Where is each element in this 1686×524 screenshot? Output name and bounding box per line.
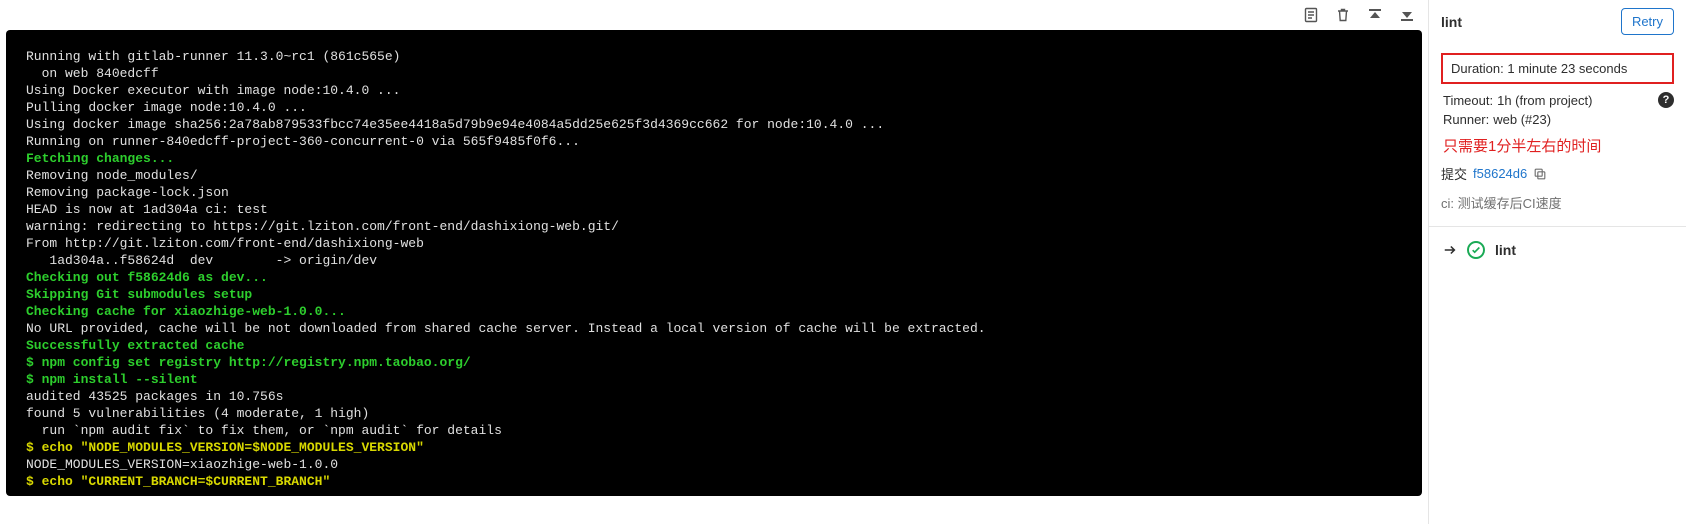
log-line: Fetching changes... — [26, 150, 1402, 167]
runner-label: Runner: — [1443, 112, 1489, 127]
commit-message: ci: 测试缓存后CI速度 — [1441, 189, 1674, 226]
runner-value: web (#23) — [1493, 112, 1551, 127]
stage-name: lint — [1495, 242, 1516, 258]
copy-sha-icon[interactable] — [1533, 167, 1547, 181]
job-log: Running with gitlab-runner 11.3.0~rc1 (8… — [6, 30, 1422, 496]
scroll-bottom-icon[interactable] — [1398, 6, 1416, 24]
timeout-help-icon[interactable]: ? — [1658, 92, 1674, 108]
arrow-right-icon — [1443, 243, 1457, 257]
log-line: Skipping Git submodules setup — [26, 286, 1402, 303]
log-line: Using docker image sha256:2a78ab879533fb… — [26, 116, 1402, 133]
log-line: on web 840edcff — [26, 65, 1402, 82]
pipeline-stage-row[interactable]: lint — [1441, 227, 1674, 273]
log-line: Using Docker executor with image node:10… — [26, 82, 1402, 99]
timeout-label: Timeout: — [1443, 93, 1493, 108]
log-line: $ echo "NODE_MODULES_VERSION=$NODE_MODUL… — [26, 439, 1402, 456]
log-line: Successfully extracted cache — [26, 337, 1402, 354]
log-line: Checking out f58624d6 as dev... — [26, 269, 1402, 286]
scroll-top-icon[interactable] — [1366, 6, 1384, 24]
timeout-value: 1h (from project) — [1497, 93, 1592, 108]
log-line: run `npm audit fix` to fix them, or `npm… — [26, 422, 1402, 439]
duration-value: 1 minute 23 seconds — [1507, 61, 1627, 76]
job-name-title: lint — [1441, 14, 1462, 30]
log-line: Running on runner-840edcff-project-360-c… — [26, 133, 1402, 150]
commit-label: 提交 — [1441, 164, 1467, 183]
log-line: Running with gitlab-runner 11.3.0~rc1 (8… — [26, 48, 1402, 65]
log-line: audited 43525 packages in 10.756s — [26, 388, 1402, 405]
commit-sha-link[interactable]: f58624d6 — [1473, 166, 1527, 181]
log-line: $ npm config set registry http://registr… — [26, 354, 1402, 371]
duration-highlight-box: Duration: 1 minute 23 seconds — [1441, 53, 1674, 84]
log-line: found 5 vulnerabilities (4 moderate, 1 h… — [26, 405, 1402, 422]
annotation-text: 只需要1分半左右的时间 — [1441, 129, 1674, 164]
job-sidebar: lint Retry Duration: 1 minute 23 seconds… — [1428, 0, 1686, 524]
log-line: NODE_MODULES_VERSION=xiaozhige-web-1.0.0 — [26, 456, 1402, 473]
log-line: warning: redirecting to https://git.lzit… — [26, 218, 1402, 235]
retry-button[interactable]: Retry — [1621, 8, 1674, 35]
log-line: HEAD is now at 1ad304a ci: test — [26, 201, 1402, 218]
log-line: No URL provided, cache will be not downl… — [26, 320, 1402, 337]
log-line: Removing package-lock.json — [26, 184, 1402, 201]
duration-label: Duration: — [1451, 61, 1504, 76]
log-line: From http://git.lziton.com/front-end/das… — [26, 235, 1402, 252]
log-line: Pulling docker image node:10.4.0 ... — [26, 99, 1402, 116]
log-line: $ npm install --silent — [26, 371, 1402, 388]
raw-log-icon[interactable] — [1302, 6, 1320, 24]
log-line: 1ad304a..f58624d dev -> origin/dev — [26, 252, 1402, 269]
erase-log-icon[interactable] — [1334, 6, 1352, 24]
log-line: Checking cache for xiaozhige-web-1.0.0..… — [26, 303, 1402, 320]
log-line: $ echo "CURRENT_BRANCH=$CURRENT_BRANCH" — [26, 473, 1402, 490]
log-toolbar — [6, 6, 1422, 30]
status-success-icon — [1467, 241, 1485, 259]
log-line: Removing node_modules/ — [26, 167, 1402, 184]
